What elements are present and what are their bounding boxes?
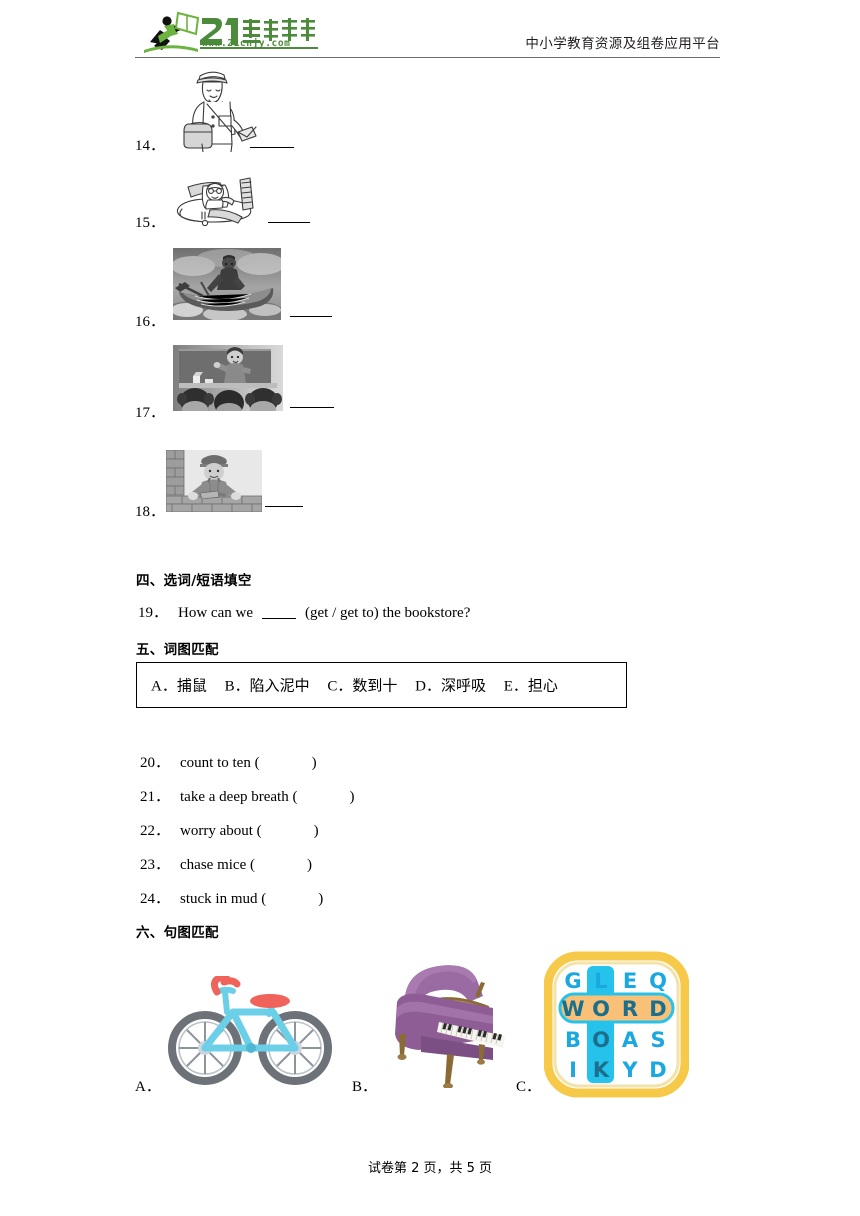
question-19-text-before: How can we (178, 605, 253, 621)
picture-item-15: 15． (135, 166, 465, 232)
question-24-text: stuck in mud ( (180, 891, 267, 907)
grand-piano-illustration (383, 962, 515, 1089)
svg-text:B: B (565, 1028, 581, 1052)
question-22-text: worry about ( (180, 823, 262, 839)
item-number-17: 17． (135, 405, 166, 421)
choice-label-c: C． (516, 1079, 542, 1095)
item-number-18: 18． (135, 504, 166, 520)
picture-item-17: 17． (135, 345, 465, 421)
question-21-text: take a deep breath ( (180, 789, 298, 805)
choice-label-b: B． (352, 1079, 378, 1095)
picture-choices-row: A． B． C． G L E Q W O R D B O A S I K Y D (135, 950, 735, 1100)
question-21-number: 21． (140, 789, 171, 805)
svg-text:E: E (623, 969, 637, 993)
question-20: 20． count to ten ( ) (140, 751, 317, 772)
exam-page: www.21cnjy.com 中小学教育资源及组卷应用平台 14． 15． 16… (0, 0, 860, 1216)
question-19-number: 19． (138, 605, 169, 621)
page-footer: 试卷第 2 页，共 5 页 (367, 1161, 493, 1176)
header-tagline: 中小学教育资源及组卷应用平台 (525, 36, 720, 52)
svg-text:www.21cnjy.com: www.21cnjy.com (202, 38, 290, 49)
option-a: A．捕鼠 (151, 678, 207, 695)
item-number-16: 16． (135, 314, 166, 330)
question-20-close: ) (311, 755, 317, 771)
brand-logo: www.21cnjy.com (140, 10, 318, 56)
word-search-puzzle-icon: G L E Q W O R D B O A S I K Y D (543, 950, 690, 1098)
svg-text:Y: Y (621, 1058, 638, 1082)
svg-text:Q: Q (649, 969, 667, 993)
word-options-box: A．捕鼠 B．陷入泥中 C．数到十 D．深呼吸 E．担心 (136, 662, 627, 708)
svg-text:K: K (593, 1058, 610, 1082)
question-24-number: 24． (140, 891, 171, 907)
svg-text:L: L (594, 969, 607, 993)
picture-item-14: 14． (135, 62, 465, 158)
svg-text:W: W (561, 997, 584, 1021)
svg-text:R: R (622, 997, 638, 1021)
section-heading-six: 六、句图匹配 (136, 925, 219, 941)
builder-laying-bricks-photo (166, 450, 262, 512)
svg-text:I: I (569, 1058, 577, 1082)
fisherman-rowing-boat-photo (173, 248, 281, 320)
postman-line-drawing (170, 62, 268, 153)
svg-text:G: G (564, 969, 581, 993)
svg-text:D: D (649, 1058, 666, 1082)
teacher-at-blackboard-photo (173, 345, 283, 411)
question-23-text: chase mice ( (180, 857, 255, 873)
question-23-number: 23． (140, 857, 171, 873)
svg-text:O: O (592, 1028, 610, 1052)
picture-item-16: 16． (135, 248, 465, 330)
picture-item-18: 18． (135, 450, 465, 520)
header-divider (135, 57, 720, 58)
section-heading-four: 四、选词/短语填空 (136, 573, 252, 589)
answer-blank-14[interactable] (250, 147, 294, 148)
section-heading-five: 五、词图匹配 (136, 642, 219, 658)
svg-text:S: S (650, 1028, 665, 1052)
question-20-number: 20． (140, 755, 171, 771)
question-19: 19． How can we (get / get to) the bookst… (138, 601, 470, 622)
svg-text:A: A (622, 1028, 639, 1052)
question-21-close: ) (349, 789, 355, 805)
question-21: 21． take a deep breath ( ) (140, 785, 354, 806)
bicycle-illustration (167, 973, 337, 1086)
question-23: 23． chase mice ( ) (140, 853, 312, 874)
question-22-number: 22． (140, 823, 171, 839)
page-header: www.21cnjy.com 中小学教育资源及组卷应用平台 (135, 6, 720, 58)
choice-label-a: A． (135, 1079, 161, 1095)
question-20-text: count to ten ( (180, 755, 260, 771)
answer-blank-16[interactable] (290, 316, 332, 317)
answer-blank-15[interactable] (268, 222, 310, 223)
question-19-text-after: (get / get to) the bookstore? (305, 605, 471, 621)
question-24: 24． stuck in mud ( ) (140, 887, 323, 908)
question-23-close: ) (306, 857, 312, 873)
option-d: D．深呼吸 (415, 678, 486, 695)
word-options-list: A．捕鼠 B．陷入泥中 C．数到十 D．深呼吸 E．担心 (151, 675, 572, 696)
question-22: 22． worry about ( ) (140, 819, 319, 840)
option-e: E．担心 (503, 678, 558, 695)
option-b: B．陷入泥中 (224, 678, 310, 695)
option-c: C．数到十 (327, 678, 398, 695)
answer-blank-17[interactable] (290, 407, 334, 408)
question-24-close: ) (318, 891, 324, 907)
answer-blank-18[interactable] (265, 506, 303, 507)
pilot-in-plane-line-drawing (170, 166, 275, 228)
question-22-close: ) (313, 823, 319, 839)
item-number-15: 15． (135, 215, 166, 231)
svg-text:O: O (592, 997, 610, 1021)
item-number-14: 14． (135, 138, 166, 154)
question-19-blank[interactable] (262, 618, 296, 619)
svg-text:D: D (649, 997, 666, 1021)
